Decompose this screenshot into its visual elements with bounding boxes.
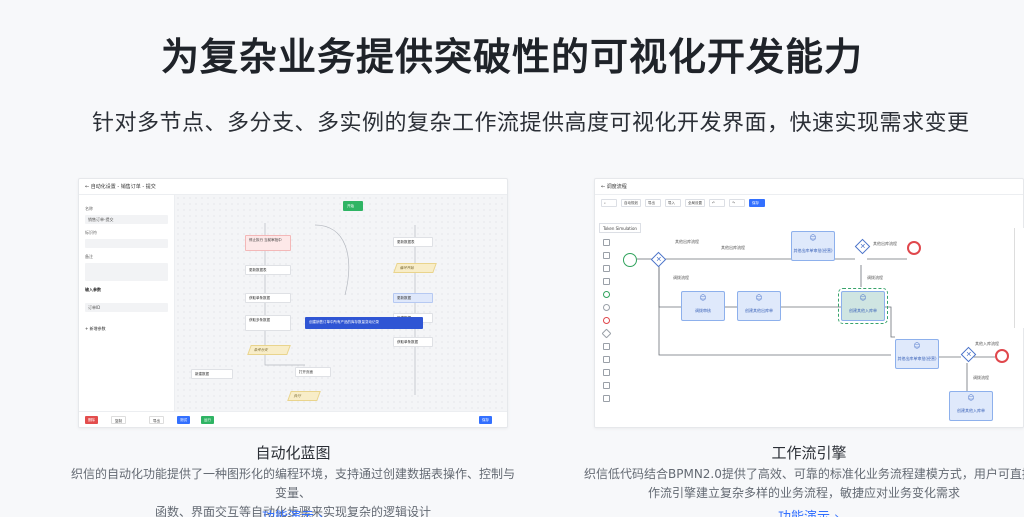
- task-create-inbound-2: 创建其他入库单: [949, 391, 993, 421]
- export-button: 导出: [149, 416, 164, 424]
- page-title: 为复杂业务提供突破性的可视化开发能力: [160, 35, 863, 79]
- redo-icon: ↷: [729, 199, 745, 207]
- settings-button: 全局设置: [685, 199, 705, 207]
- export-button: 导出: [645, 199, 661, 207]
- blueprint-connectors: [264, 223, 416, 395]
- feature-desc-line: 织信低代码结合BPMN2.0提供了高效、可靠的标准化业务流程建模方式，用户可直接…: [584, 467, 1024, 481]
- copy-button: 复制: [111, 416, 126, 424]
- gateway-icon: [601, 328, 612, 339]
- execute-node: 执行: [287, 391, 321, 401]
- save-button: 保存: [479, 416, 492, 424]
- blueprint-preview: ← 自动化设置 - 销售订单 - 提交 名称 销售订单-提交 标识符 备注 输入…: [78, 178, 508, 428]
- blueprint-footer: 删除 复制 导出 测试 运行 保存: [79, 411, 507, 427]
- intermediate-event-icon: [603, 304, 610, 311]
- blueprint-settings-panel: 名称 销售订单-提交 标识符 备注 输入参数 订单ID + 新增参数: [79, 195, 175, 411]
- note-field: [85, 263, 168, 281]
- data-store-icon: [603, 382, 610, 389]
- feature-title-workflow: 工作流引擎: [771, 444, 847, 462]
- blueprint-canvas: 开始 停止执行 当前审批中 更新数据表 获取单条数据 获取多条数据 条件分支 新…: [175, 195, 507, 411]
- group-icon: [603, 395, 610, 402]
- task-create-inbound: 创建其他入库单: [838, 288, 888, 324]
- get-record-node-2: 获取单条数据: [393, 337, 433, 347]
- feature-desc-line: 作流引擎建立复杂多样的业务流程，敏捷应对业务变化需求: [647, 486, 960, 500]
- get-records-node: 获取多条数据: [245, 315, 291, 331]
- feature-title-blueprint: 自动化蓝图: [255, 444, 331, 462]
- end-event-2: [995, 349, 1009, 363]
- stop-node: 停止执行 当前审批中: [245, 235, 291, 251]
- hand-tool-icon: [603, 239, 610, 246]
- feature-desc-workflow: 织信低代码结合BPMN2.0提供了高效、可靠的标准化业务流程建模方式，用户可直接…: [584, 465, 1024, 503]
- subprocess-icon: [603, 356, 610, 363]
- flow-label: 其他入库流程: [975, 341, 999, 346]
- node-tooltip: 创建销售订单中所有产品的库存数量变动记录: [305, 317, 423, 329]
- param-field: 订单ID: [85, 303, 168, 312]
- add-param-button: + 新增参数: [85, 326, 106, 331]
- auto-layout-button: 自动规划: [621, 199, 641, 207]
- undo-icon: ↶: [709, 199, 725, 207]
- qr-code-widget[interactable]: [1014, 228, 1024, 328]
- update-table-node-2: 更新数据表: [393, 237, 433, 247]
- loop-node: 循环开始: [393, 263, 437, 273]
- update-table-node: 更新数据表: [245, 265, 291, 275]
- test-button: 测试: [177, 416, 190, 424]
- save-button: 保存: [749, 199, 765, 207]
- flow-label: 调拨流程: [867, 275, 883, 280]
- new-record-node: 新建数据: [191, 369, 233, 379]
- open-page-node: 打开页面: [295, 367, 331, 377]
- start-event: [623, 253, 637, 267]
- task-create-outbound: 创建其他出库单: [737, 291, 781, 321]
- task-outbound-approval: 其他出库单审批(经营): [791, 231, 835, 261]
- name-field: 销售订单-提交: [85, 215, 168, 224]
- start-event-icon: [603, 291, 610, 298]
- feature-desc-line: 织信的自动化功能提供了一种图形化的编程环境，支持通过创建数据表操作、控制与变量、: [70, 467, 515, 500]
- demo-link-workflow[interactable]: 功能演示 ›: [778, 506, 839, 517]
- workflow-header: ← 调度流程: [595, 179, 1023, 195]
- flow-label: 其他出库流程: [873, 241, 897, 246]
- params-label: 输入参数: [85, 287, 101, 292]
- id-label: 标识符: [85, 230, 97, 235]
- page-subtitle: 针对多节点、多分支、多实例的复杂工作流提供高度可视化开发界面，快速实现需求变更: [92, 111, 970, 136]
- token-simulation-toggle: Token Simulation: [599, 223, 641, 233]
- end-event-icon: [603, 317, 610, 324]
- task-outbound-approval-2: 其他出库单审批(经营): [895, 339, 939, 369]
- end-event-1: [907, 241, 921, 255]
- demo-link-blueprint[interactable]: 功能演示 ›: [262, 506, 323, 517]
- flow-label: 调拨流程: [973, 375, 989, 380]
- blueprint-header: ← 自动化设置 - 销售订单 - 提交: [79, 179, 507, 195]
- run-button: 运行: [201, 416, 214, 424]
- delete-button: 删除: [85, 416, 98, 424]
- lasso-tool-icon: [603, 252, 610, 259]
- flow-label: 其他出库流程: [675, 239, 699, 244]
- data-object-icon: [603, 369, 610, 376]
- start-node: 开始: [343, 201, 363, 211]
- search-icon: ⌕: [601, 199, 617, 207]
- space-tool-icon: [603, 265, 610, 272]
- task-transfer-review: 调拨审核: [681, 291, 725, 321]
- workflow-preview: ← 调度流程 ⌕ 自动规划 导出 导入 全局设置 ↶ ↷ 保存 Token Si…: [594, 178, 1024, 428]
- name-label: 名称: [85, 206, 93, 211]
- id-field: [85, 239, 168, 248]
- update-data-node: 更新数据: [393, 293, 433, 303]
- import-button: 导入: [665, 199, 681, 207]
- flow-label: 其他出库流程: [721, 245, 745, 250]
- task-icon: [603, 343, 610, 350]
- tool-palette: [601, 239, 613, 402]
- flow-label: 调拨流程: [673, 275, 689, 280]
- get-record-node: 获取单条数据: [245, 293, 291, 303]
- connect-tool-icon: [603, 278, 610, 285]
- workflow-toolbar: ⌕ 自动规划 导出 导入 全局设置 ↶ ↷ 保存: [601, 199, 765, 207]
- condition-node: 条件分支: [247, 345, 291, 355]
- note-label: 备注: [85, 254, 93, 259]
